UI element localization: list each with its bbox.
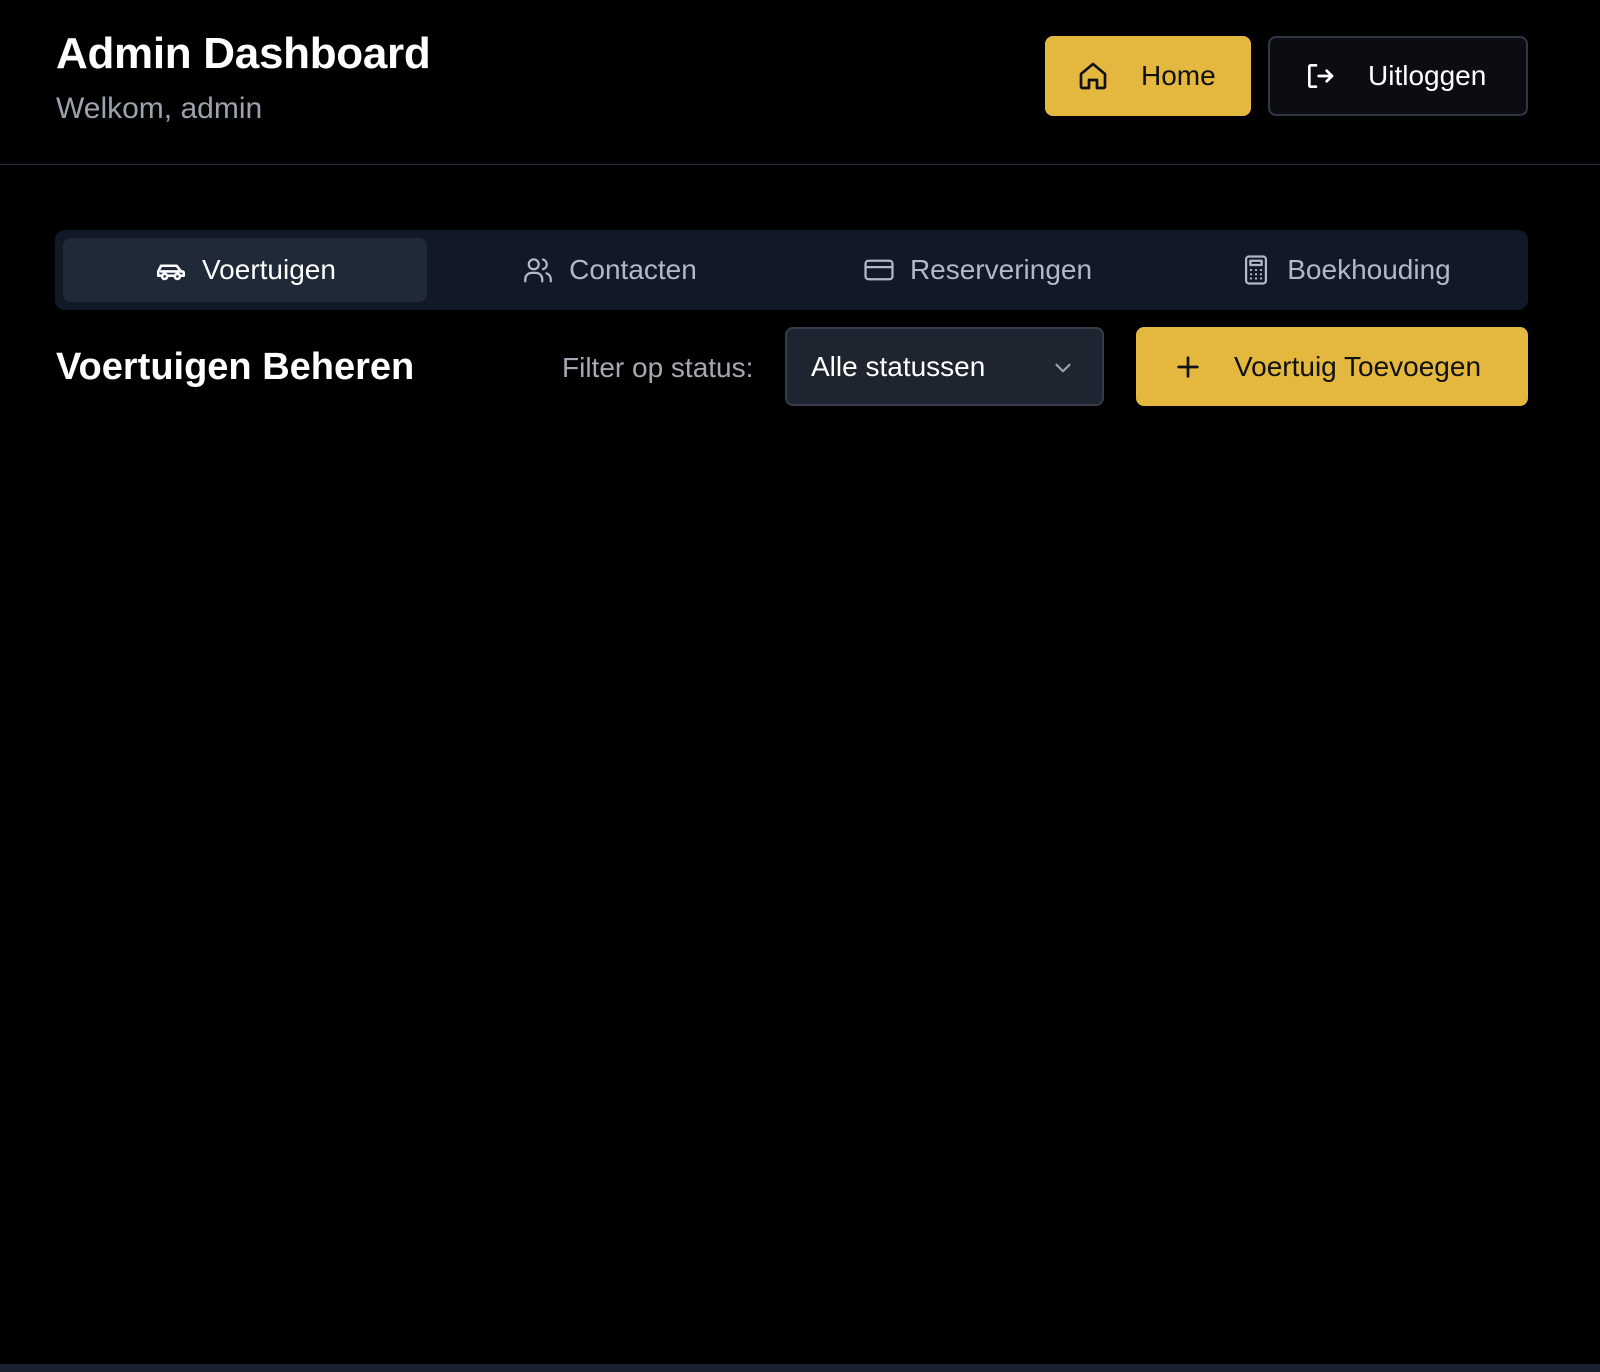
home-icon xyxy=(1077,60,1109,92)
home-button[interactable]: Home xyxy=(1045,36,1251,116)
tab-reserveringen-label: Reserveringen xyxy=(909,254,1093,285)
home-button-label: Home xyxy=(1141,60,1216,91)
log-out-icon xyxy=(1304,60,1336,92)
tab-voertuigen[interactable]: Voertuigen xyxy=(63,238,427,302)
tab-voertuigen-label: Voertuigen xyxy=(202,254,336,285)
status-filter-select[interactable]: Alle statussen xyxy=(785,327,1104,406)
tab-contacten-label: Contacten xyxy=(569,254,697,285)
add-vehicle-button[interactable]: Voertuig Toevoegen xyxy=(1136,327,1528,406)
calculator-icon xyxy=(1239,253,1273,287)
plus-icon xyxy=(1172,351,1204,383)
tab-contacten[interactable]: Contacten xyxy=(427,238,791,302)
chevron-down-icon xyxy=(1050,355,1076,381)
admin-dashboard-page: Admin Dashboard Welkom, admin Home Uitlo… xyxy=(0,0,1600,1372)
bottom-edge xyxy=(0,1364,1600,1372)
welcome-text: Welkom, admin xyxy=(56,92,263,125)
status-filter-value: Alle statussen xyxy=(811,350,986,382)
car-icon xyxy=(154,253,188,287)
tab-boekhouding-label: Boekhouding xyxy=(1287,254,1451,285)
tab-bar: Voertuigen Contacten Reserveringen Boekh… xyxy=(55,230,1528,310)
filter-label: Filter op status: xyxy=(562,352,754,383)
logout-button[interactable]: Uitloggen xyxy=(1268,36,1528,116)
section-title: Voertuigen Beheren xyxy=(56,346,415,388)
logout-button-label: Uitloggen xyxy=(1368,60,1487,91)
header: Admin Dashboard Welkom, admin Home Uitlo… xyxy=(0,0,1600,165)
users-icon xyxy=(521,253,555,287)
tab-reserveringen[interactable]: Reserveringen xyxy=(791,238,1163,302)
credit-card-icon xyxy=(862,253,896,287)
add-vehicle-button-label: Voertuig Toevoegen xyxy=(1234,350,1482,382)
page-title: Admin Dashboard xyxy=(56,29,431,78)
tab-boekhouding[interactable]: Boekhouding xyxy=(1163,238,1527,302)
